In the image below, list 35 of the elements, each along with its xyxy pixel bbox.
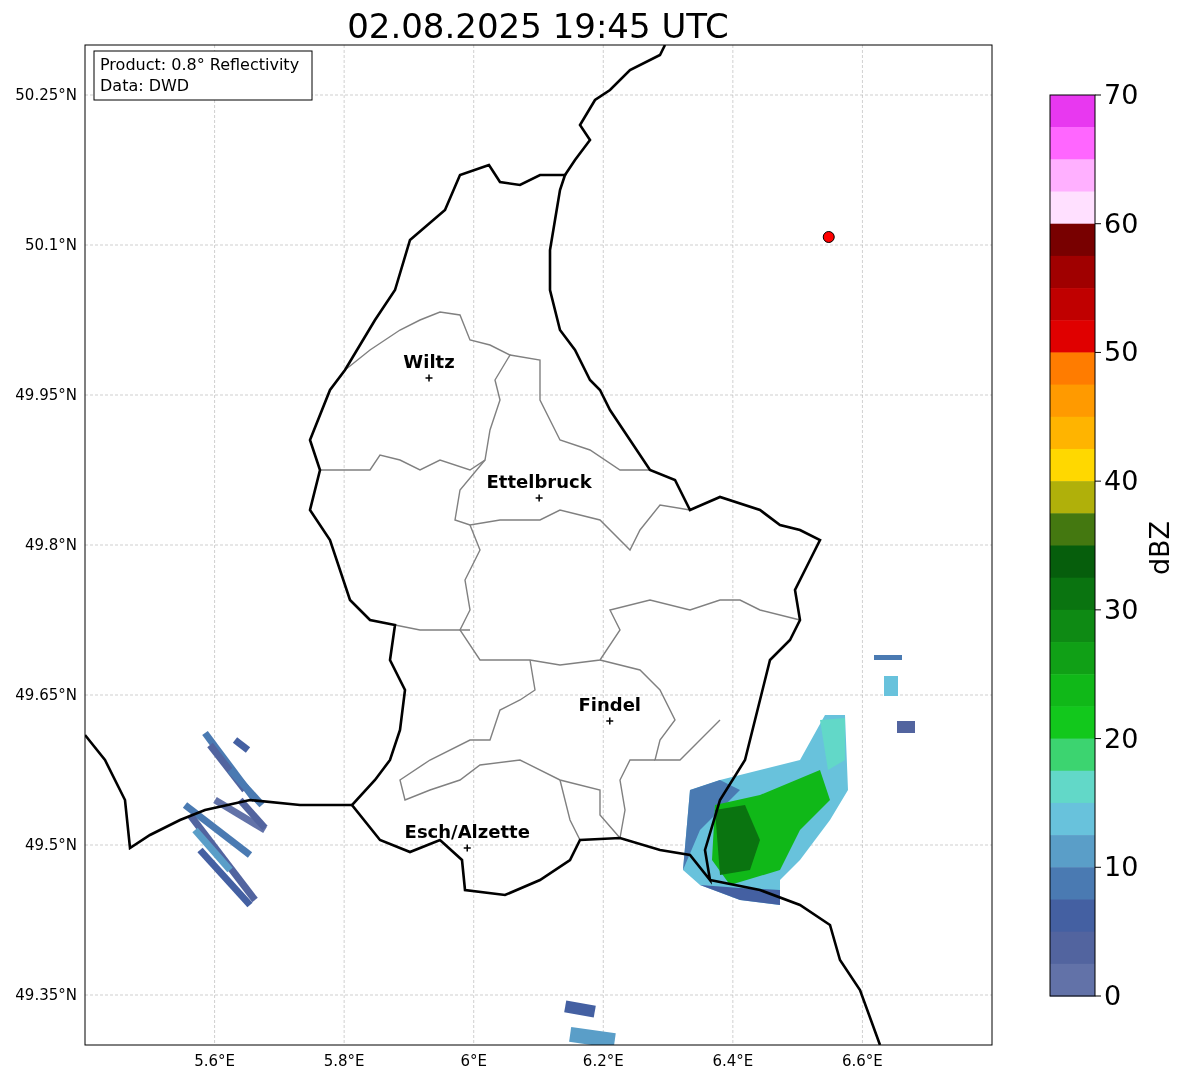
axis-tick-label: 49.65°N (15, 686, 77, 704)
axis-tick-label: 6°E (460, 1052, 487, 1070)
colorbar-tick-label: 60 (1104, 207, 1139, 239)
colorbar-tick-label: 10 (1104, 851, 1139, 883)
city-marker-icon (605, 716, 614, 726)
axis-tick-label: 49.5°N (24, 836, 77, 854)
colorbar-tick-label: 30 (1104, 593, 1139, 625)
axis-tick-label: 5.6°E (194, 1052, 235, 1070)
colorbar-tick-label: 70 (1104, 79, 1139, 110)
axis-tick-label: 49.8°N (24, 536, 77, 554)
axis-tick-label: 5.8°E (323, 1052, 365, 1070)
colorbar-tick-label: 0 (1104, 980, 1122, 1011)
city-marker-icon (534, 493, 544, 503)
city-label: Findel (578, 694, 642, 715)
axis-tick-label: 50.1°N (24, 236, 77, 254)
axis-tick-label: 50.25°N (15, 86, 77, 104)
colorbar-tick-label: 50 (1104, 336, 1139, 368)
axis-tick-label: 49.35°N (15, 986, 77, 1004)
axis-tick-label: 6.2°E (582, 1052, 624, 1070)
chart-title: 02.08.2025 19:45 UTC (347, 6, 729, 46)
info-text: Product: 0.8° Reflectivity (100, 55, 300, 74)
radar-echo-drawing (564, 1000, 616, 1045)
colorbar-tick-label: 40 (1104, 465, 1139, 497)
station-marker-icon (822, 231, 835, 243)
city-label: Ettelbruck (486, 471, 592, 492)
city-label: Esch/Alzette (404, 821, 530, 842)
city-marker-icon (463, 843, 472, 853)
axis-tick-label: 49.95°N (15, 386, 77, 404)
city-label: Wiltz (403, 351, 455, 372)
axis-tick-label: 6.4°E (712, 1052, 754, 1070)
city-marker-icon (424, 373, 434, 383)
colorbar-label: dBZ (1144, 520, 1175, 576)
info-text: Data: DWD (100, 76, 190, 95)
colorbar-tick-label: 20 (1104, 722, 1139, 754)
axis-tick-label: 6.6°E (842, 1052, 883, 1070)
